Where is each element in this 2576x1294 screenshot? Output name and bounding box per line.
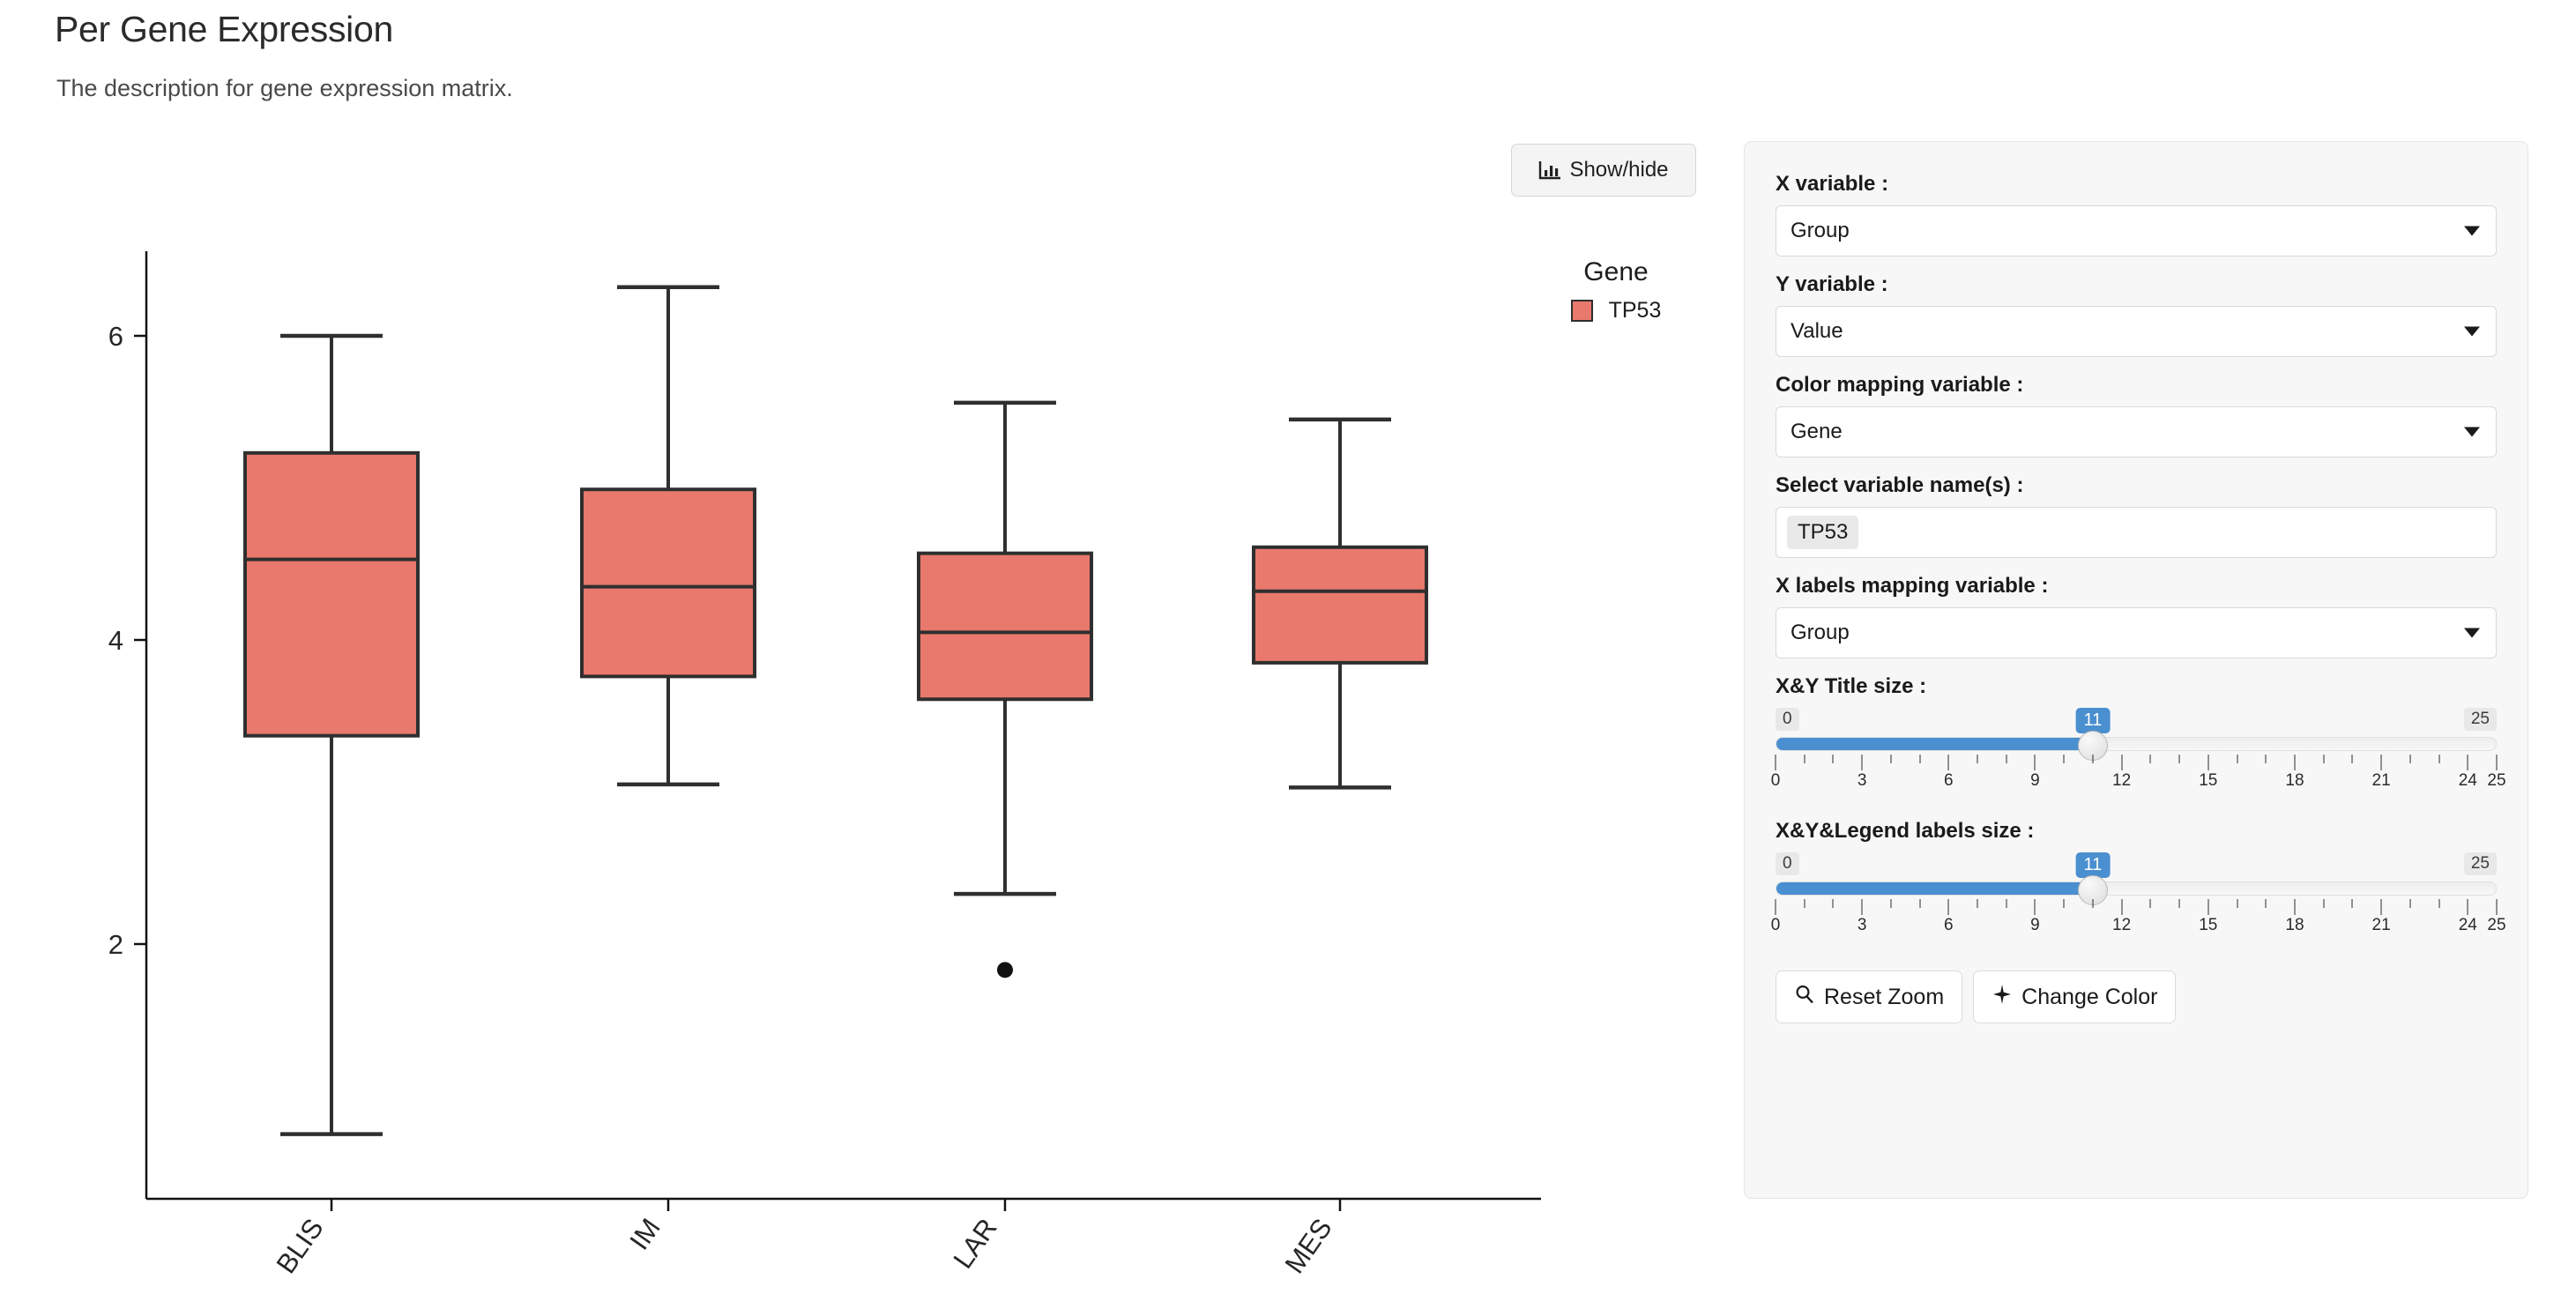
slider-max-label: 25: [2463, 852, 2497, 875]
xy-legend-labels-size-label: X&Y&Legend labels size :: [1776, 819, 2035, 843]
slider-tick-labels: 0 3 6 9 12 15 18 21 24 25: [1770, 916, 2506, 934]
y-variable-label: Y variable :: [1776, 272, 1888, 296]
sparkle-icon: [1992, 984, 2013, 1011]
slider-tick-labels: 0 3 6 9 12 15 18 21 24 25: [1770, 771, 2506, 790]
x-labels-mapping-variable-label: X labels mapping variable :: [1776, 574, 2049, 598]
chart-controls-panel: X variable : Group Y variable : Value Co…: [1744, 141, 2528, 1199]
xy-title-size-slider[interactable]: 0 25 11 0 3 6 9 12 15 18 21 24 25: [1770, 708, 2506, 803]
panel-button-row: Reset Zoom Change Color: [1776, 970, 2497, 1023]
reset-zoom-button[interactable]: Reset Zoom: [1776, 970, 1963, 1023]
svg-text:MES: MES: [1279, 1213, 1338, 1279]
legend: Gene TP53: [1515, 257, 1717, 324]
xy-legend-labels-size-slider[interactable]: 0 25 11 0 3 6 9 12 15 18 21 24 25: [1770, 852, 2506, 948]
slider-fill: [1776, 738, 2094, 750]
show-hide-label: Show/hide: [1569, 158, 1669, 182]
chevron-down-icon: [2464, 427, 2480, 437]
boxplot-box-IM: [580, 285, 756, 787]
boxplot-box-MES: [1252, 417, 1428, 790]
gene-expression-page: Per Gene Expression The description for …: [0, 0, 2576, 1294]
change-color-label: Change Color: [2021, 984, 2158, 1009]
xy-title-size-label: X&Y Title size :: [1776, 674, 1927, 698]
svg-text:2: 2: [108, 929, 123, 960]
svg-text:IM: IM: [623, 1213, 666, 1255]
y-variable-select[interactable]: Value: [1776, 306, 2497, 357]
slider-value-bubble: 11: [2075, 852, 2111, 878]
legend-item-label: TP53: [1608, 298, 1662, 323]
color-mapping-variable-label: Color mapping variable :: [1776, 373, 2024, 397]
reset-zoom-label: Reset Zoom: [1824, 984, 1945, 1009]
svg-text:LAR: LAR: [947, 1213, 1002, 1274]
magnifier-icon: [1794, 984, 1815, 1011]
change-color-button[interactable]: Change Color: [1973, 970, 2177, 1023]
legend-item[interactable]: TP53: [1515, 298, 1717, 324]
x-labels-mapping-variable-value: Group: [1791, 621, 1850, 644]
variable-name-tag[interactable]: TP53: [1787, 516, 1859, 549]
slider-track[interactable]: [1776, 737, 2497, 751]
slider-track[interactable]: [1776, 881, 2497, 896]
color-mapping-variable-value: Gene: [1791, 420, 1843, 443]
svg-text:4: 4: [108, 625, 123, 656]
slider-fill: [1776, 882, 2094, 895]
x-variable-label: X variable :: [1776, 172, 1889, 196]
slider-min-label: 0: [1776, 708, 1799, 731]
show-hide-button[interactable]: Show/hide: [1511, 144, 1696, 197]
x-variable-value: Group: [1791, 219, 1850, 242]
legend-title: Gene: [1583, 257, 1649, 286]
boxplot-box-LAR: [917, 400, 1093, 978]
select-variable-names-label: Select variable name(s) :: [1776, 473, 2024, 497]
x-variable-select[interactable]: Group: [1776, 205, 2497, 257]
boxplot-box-BLIS: [243, 333, 420, 1136]
bar-chart-icon: [1538, 160, 1561, 181]
svg-text:6: 6: [108, 321, 123, 352]
y-variable-value: Value: [1791, 319, 1843, 343]
svg-text:BLIS: BLIS: [271, 1213, 330, 1279]
slider-value-bubble: 11: [2075, 708, 2111, 733]
slider-ticks: [1775, 755, 2498, 772]
select-variable-names-input[interactable]: TP53: [1776, 507, 2497, 558]
slider-max-label: 25: [2463, 708, 2497, 731]
x-labels-mapping-variable-select[interactable]: Group: [1776, 607, 2497, 658]
chevron-down-icon: [2464, 628, 2480, 638]
boxplot-svg[interactable]: 2 4 6 BLIS IM LAR MES: [0, 0, 1552, 1294]
color-mapping-variable-select[interactable]: Gene: [1776, 406, 2497, 457]
chevron-down-icon: [2464, 326, 2480, 337]
legend-color-swatch: [1570, 300, 1593, 322]
boxplot-chart[interactable]: 2 4 6 BLIS IM LAR MES: [0, 0, 1552, 1294]
slider-min-label: 0: [1776, 852, 1799, 875]
slider-ticks: [1775, 899, 2498, 917]
chevron-down-icon: [2464, 226, 2480, 236]
